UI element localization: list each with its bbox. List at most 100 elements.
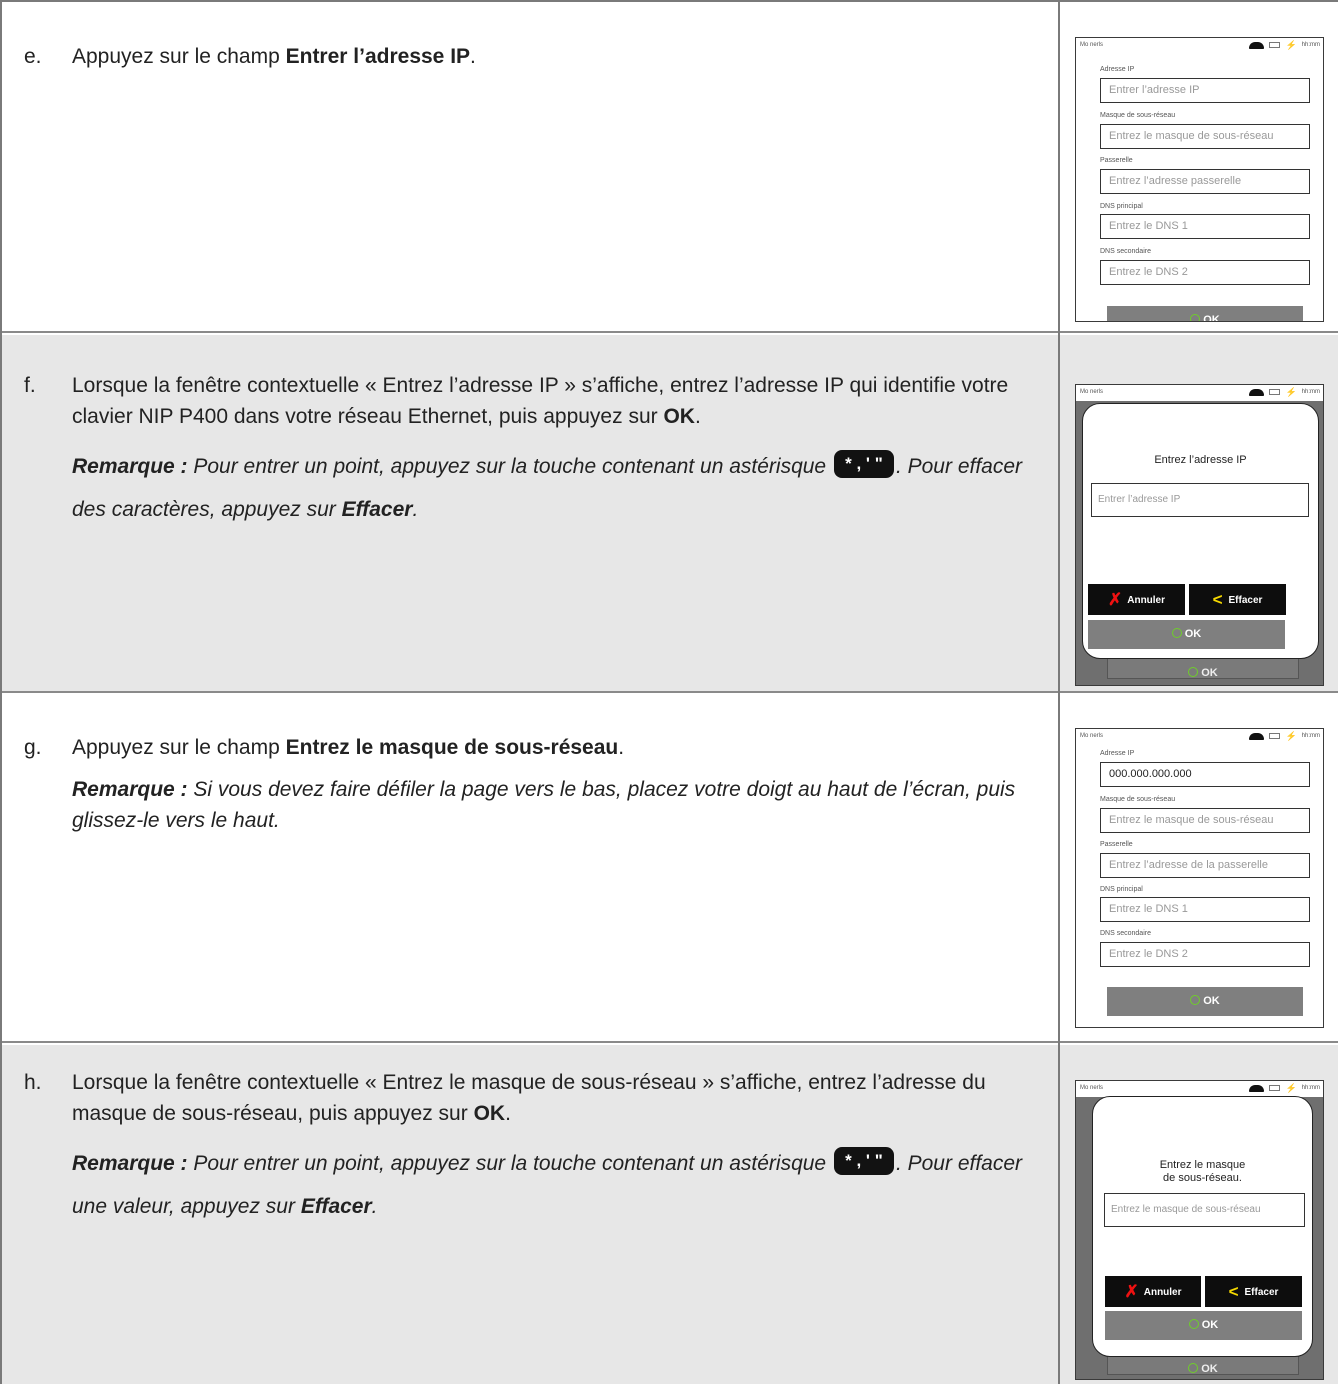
ok-circle-icon (1190, 995, 1201, 1005)
note-label: Remarque : (72, 1152, 188, 1175)
plug-icon: ⚡ (1285, 1083, 1297, 1093)
plug-icon: ⚡ (1285, 731, 1297, 741)
ok-label: OK (1203, 314, 1220, 322)
asterisk-key-icon: * , ' " (833, 450, 894, 479)
step-text: h. Lorsque la fenêtre contextuelle « Ent… (24, 1067, 1034, 1228)
clock: hh:mm (1301, 42, 1320, 48)
ok-label: OK (1203, 995, 1220, 1007)
note-punct: . (412, 498, 419, 521)
terminal-screen-g: Mo nerls ⚡ hh:mm Adresse IP 000.000.000.… (1075, 728, 1324, 1028)
step-letter: e. (24, 45, 42, 68)
erase-button[interactable]: < Effacer (1205, 1276, 1302, 1307)
step-punct: . (505, 1102, 511, 1125)
step-punct: . (694, 405, 701, 428)
field-label: DNS secondaire (1100, 930, 1151, 937)
column-divider (1058, 2, 1060, 1384)
subnet-mask-field[interactable]: Entrez le masque de sous-réseau (1100, 808, 1310, 833)
tray-icon (1269, 389, 1281, 395)
erase-button[interactable]: < Effacer (1189, 584, 1286, 615)
ok-button[interactable]: OK (1088, 620, 1285, 649)
step-text: e. Appuyez sur le champ Entrer l’adresse… (24, 41, 1034, 72)
step-instruction: Lorsque la fenêtre contextuelle « Entrez… (72, 1071, 986, 1125)
subnet-mask-input[interactable]: Entrez le masque de sous-réseau (1104, 1193, 1305, 1227)
status-bar: Mo nerls ⚡ hh:mm (1076, 38, 1323, 54)
menu-label: Mo nerls (1080, 733, 1104, 739)
ok-circle-icon (1188, 1319, 1199, 1329)
step-punct: . (470, 45, 476, 68)
ip-address-field[interactable]: Entrer l’adresse IP (1100, 78, 1310, 103)
ip-address-popup: Entrez l’adresse IP Entrer l’adresse IP … (1082, 403, 1319, 659)
close-icon: ✗ (1124, 1282, 1139, 1301)
dns1-field[interactable]: Entrez le DNS 1 (1100, 897, 1310, 922)
field-label: DNS principal (1100, 203, 1143, 210)
ok-button[interactable]: OK (1105, 1311, 1302, 1340)
chevron-left-icon: < (1228, 1282, 1239, 1301)
menu-label: Mo nerls (1080, 1085, 1104, 1091)
ok-button[interactable]: OK (1107, 306, 1303, 322)
clock: hh:mm (1301, 733, 1320, 739)
note-label: Remarque : (72, 778, 188, 801)
popup-title-line2: de sous-réseau. (1163, 1172, 1242, 1184)
terminal-screen-h: Mo nerls ⚡ hh:mm OK Entrez le masque de … (1075, 1080, 1324, 1380)
step-instruction: Lorsque la fenêtre contextuelle « Entrez… (72, 374, 1009, 428)
popup-title: Entrez l’adresse IP (1154, 454, 1247, 466)
erase-label: Effacer (1244, 1287, 1279, 1298)
dns1-field[interactable]: Entrez le DNS 1 (1100, 214, 1310, 239)
ip-address-field[interactable]: 000.000.000.000 (1100, 762, 1310, 787)
field-label: Passerelle (1100, 157, 1133, 164)
note: Remarque : Pour entrer un point, appuyez… (72, 445, 1034, 531)
cancel-button[interactable]: ✗ Annuler (1105, 1276, 1201, 1307)
note: Remarque : Pour entrer un point, appuyez… (72, 1142, 1034, 1228)
cancel-button[interactable]: ✗ Annuler (1088, 584, 1185, 615)
tray-icon (1269, 1085, 1281, 1091)
subnet-mask-field[interactable]: Entrez le masque de sous-réseau (1100, 124, 1310, 149)
note-text: Si vous devez faire défiler la page vers… (72, 778, 1016, 832)
clock: hh:mm (1301, 1085, 1320, 1091)
dns2-field[interactable]: Entrez le DNS 2 (1100, 942, 1310, 967)
cancel-label: Annuler (1143, 1287, 1182, 1298)
gateway-field[interactable]: Entrez l’adresse de la passerelle (1100, 853, 1310, 878)
note: Remarque : Si vous devez faire défiler l… (72, 774, 1034, 836)
cloud-icon (1249, 41, 1265, 49)
ok-circle-icon (1188, 1363, 1199, 1373)
ip-address-input[interactable]: Entrer l’adresse IP (1091, 483, 1309, 517)
step-instruction-bold: Entrer l’adresse IP (285, 45, 471, 68)
step-instruction: Appuyez sur le champ (72, 45, 286, 68)
ok-label: OK (1184, 628, 1202, 640)
field-label: DNS principal (1100, 886, 1143, 893)
note-bold: Effacer (300, 1195, 372, 1218)
clock: hh:mm (1301, 389, 1320, 395)
ok-circle-icon (1190, 314, 1201, 321)
status-bar: Mo nerls ⚡ hh:mm (1076, 729, 1323, 745)
step-instruction: Appuyez sur le champ (72, 736, 286, 759)
field-label: DNS secondaire (1100, 248, 1151, 255)
tray-icon (1269, 733, 1281, 739)
step-punct: . (618, 736, 625, 759)
gateway-field[interactable]: Entrez l’adresse passerelle (1100, 169, 1310, 194)
plug-icon: ⚡ (1285, 40, 1297, 50)
plug-icon: ⚡ (1285, 387, 1297, 397)
step-row-e: e. Appuyez sur le champ Entrer l’adresse… (2, 2, 1338, 333)
ok-circle-icon (1171, 628, 1182, 638)
terminal-screen-f: Mo nerls ⚡ hh:mm OK Entrez l’adresse IP … (1075, 384, 1324, 686)
menu-label: Mo nerls (1080, 389, 1104, 395)
step-letter: h. (24, 1071, 42, 1094)
cloud-icon (1249, 388, 1265, 396)
note-text: Pour entrer un point, appuyez sur la tou… (187, 455, 832, 478)
step-letter: g. (24, 736, 42, 759)
ok-button[interactable]: OK (1107, 987, 1303, 1016)
step-text: f. Lorsque la fenêtre contextuelle « Ent… (24, 370, 1034, 531)
ok-label: OK (1201, 1363, 1218, 1375)
ok-circle-icon (1188, 667, 1199, 677)
asterisk-key-icon: * , ' " (833, 1147, 894, 1176)
popup-title: Entrez le masque (1159, 1159, 1246, 1171)
status-bar: Mo nerls ⚡ hh:mm (1076, 385, 1323, 401)
note-bold: Effacer (341, 498, 413, 521)
field-label: Adresse IP (1100, 66, 1135, 73)
cloud-icon (1249, 1084, 1265, 1092)
subnet-mask-popup: Entrez le masque de sous-réseau. Entrez … (1092, 1096, 1313, 1357)
cancel-label: Annuler (1127, 595, 1166, 606)
dns2-field[interactable]: Entrez le DNS 2 (1100, 260, 1310, 285)
step-instruction-bold: Entrez le masque de sous-réseau (285, 736, 619, 759)
terminal-screen-e: Mo nerls ⚡ hh:mm Adresse IP Entrer l’adr… (1075, 37, 1324, 322)
